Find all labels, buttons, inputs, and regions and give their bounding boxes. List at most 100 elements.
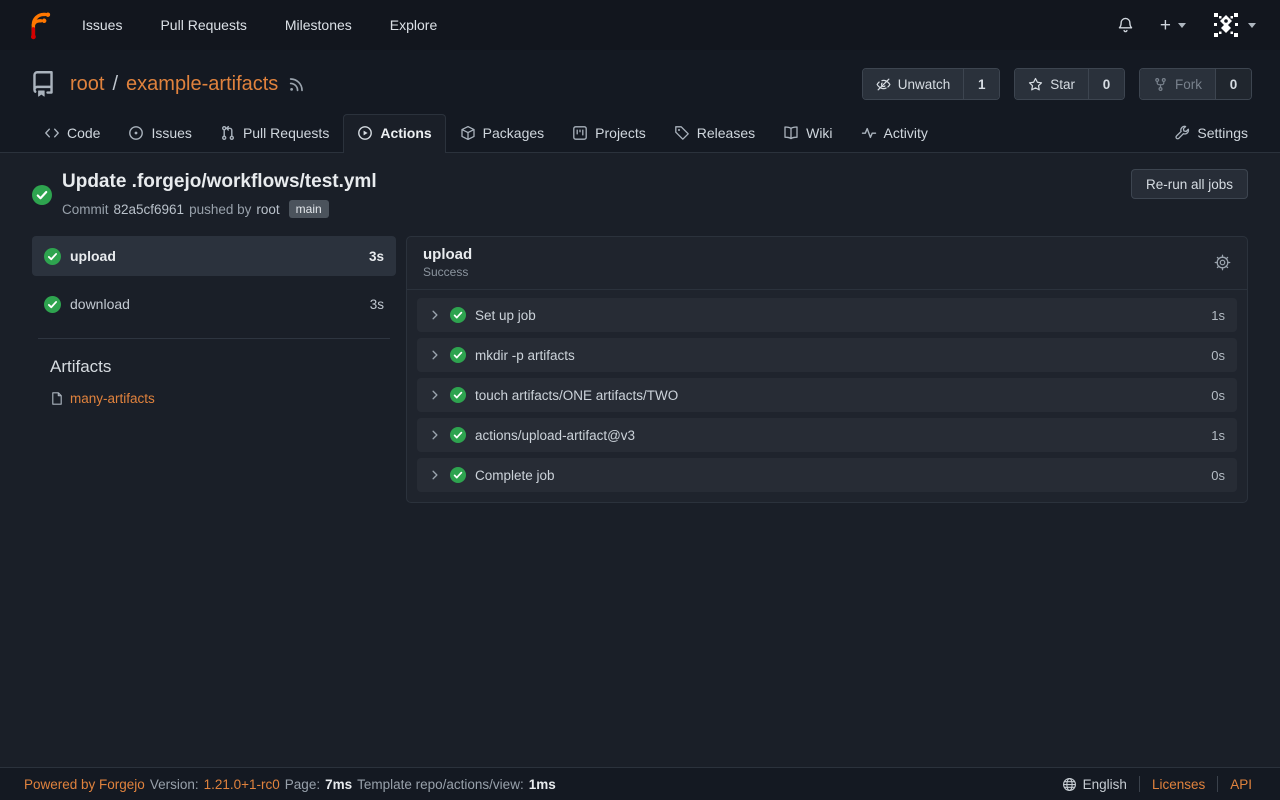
repo-header-section: root / example-artifacts [0,50,1280,153]
api-link[interactable]: API [1230,777,1252,792]
tab-wiki[interactable]: Wiki [769,114,846,152]
nav-link-milestones[interactable]: Milestones [285,17,352,33]
star-button[interactable]: Star [1015,69,1088,99]
commit-author-link[interactable]: root [256,202,279,217]
commit-label: Commit [62,202,109,217]
package-icon [460,125,476,141]
tab-pull-requests[interactable]: Pull Requests [206,114,343,152]
page-time-label: Page: [285,777,320,792]
tab-packages[interactable]: Packages [446,114,558,152]
commit-sha-link[interactable]: 82a5cf6961 [114,202,185,217]
tag-icon [674,125,690,141]
powered-by-link[interactable]: Powered by Forgejo [24,777,145,792]
repo-breadcrumb: root / example-artifacts [70,73,278,96]
success-check-icon [32,172,52,218]
plus-icon: + [1160,16,1171,35]
watchers-count[interactable]: 1 [963,69,999,99]
job-detail-header: upload Success [407,237,1247,290]
step-name: actions/upload-artifact@v3 [475,428,635,443]
tools-icon [1174,125,1190,141]
tab-issues[interactable]: Issues [114,114,205,152]
branch-badge[interactable]: main [289,200,329,218]
success-check-icon [450,347,466,363]
sidebar-divider [38,338,390,339]
job-name: download [70,296,130,312]
pulse-icon [861,125,877,141]
job-detail-panel: upload Success [406,236,1248,503]
job-item-download[interactable]: download 3s [32,284,396,324]
repo-name-link[interactable]: example-artifacts [126,73,278,96]
step-row-set-up-job[interactable]: Set up job 1s [417,298,1237,332]
step-name: mkdir -p artifacts [475,348,575,363]
star-button-group: Star 0 [1014,68,1125,100]
job-name: upload [70,248,116,264]
success-check-icon [44,248,61,265]
footer-divider [1217,776,1218,792]
breadcrumb-separator: / [112,73,118,96]
actions-run-view: Update .forgejo/workflows/test.yml Commi… [0,153,1280,767]
step-row-touch[interactable]: touch artifacts/ONE artifacts/TWO 0s [417,378,1237,412]
issue-circle-icon [128,125,144,141]
avatar [1212,11,1240,39]
tab-projects[interactable]: Projects [558,114,660,152]
create-new-dropdown[interactable]: + [1160,16,1186,35]
fork-icon [1153,77,1168,92]
eye-off-icon [876,77,891,92]
fork-label: Fork [1175,77,1202,92]
tab-code[interactable]: Code [30,114,114,152]
step-row-upload-artifact[interactable]: actions/upload-artifact@v3 1s [417,418,1237,452]
artifact-download-link[interactable]: many-artifacts [70,391,155,406]
licenses-link[interactable]: Licenses [1152,777,1205,792]
tab-label: Code [67,125,100,141]
step-row-complete-job[interactable]: Complete job 0s [417,458,1237,492]
play-circle-icon [357,125,373,141]
run-commit-line: Commit 82a5cf6961 pushed by root main [62,200,377,218]
artifacts-heading: Artifacts [50,357,396,377]
artifact-item[interactable]: many-artifacts [50,391,396,406]
tab-label: Issues [151,125,191,141]
language-selector[interactable]: English [1062,777,1127,792]
chevron-down-icon [1178,23,1186,28]
tab-releases[interactable]: Releases [660,114,769,152]
globe-icon [1062,777,1077,792]
step-name: touch artifacts/ONE artifacts/TWO [475,388,678,403]
rerun-all-jobs-button[interactable]: Re-run all jobs [1131,169,1248,199]
step-duration: 0s [1211,388,1225,403]
tab-activity[interactable]: Activity [847,114,942,152]
repo-tab-bar: Code Issues Pull Requests Actions [0,114,1280,152]
file-icon [50,391,64,406]
stars-count[interactable]: 0 [1088,69,1124,99]
nav-link-issues[interactable]: Issues [82,17,122,33]
gear-icon[interactable] [1214,254,1231,271]
pull-request-icon [220,125,236,141]
version-link[interactable]: 1.21.0+1-rc0 [204,777,280,792]
fork-button[interactable]: Fork [1140,69,1215,99]
page-time-value: 7ms [325,777,352,792]
footer-divider [1139,776,1140,792]
forks-count[interactable]: 0 [1215,69,1251,99]
step-row-mkdir[interactable]: mkdir -p artifacts 0s [417,338,1237,372]
success-check-icon [450,427,466,443]
unwatch-button[interactable]: Unwatch [863,69,964,99]
tab-actions[interactable]: Actions [343,114,445,153]
rss-icon[interactable] [288,76,305,93]
step-duration: 1s [1211,428,1225,443]
jobs-sidebar: upload 3s download 3s Artifacts many-art… [32,236,396,406]
repo-owner-link[interactable]: root [70,73,104,96]
job-item-upload[interactable]: upload 3s [32,236,396,276]
repository-icon [30,71,56,97]
forgejo-logo-icon[interactable] [24,10,54,40]
success-check-icon [44,296,61,313]
notifications-bell-icon[interactable] [1117,16,1134,34]
version-label: Version: [150,777,199,792]
code-icon [44,125,60,141]
user-menu-dropdown[interactable] [1212,11,1256,39]
chevron-right-icon [429,469,441,481]
tab-label: Pull Requests [243,125,329,141]
nav-link-explore[interactable]: Explore [390,17,437,33]
tab-label: Activity [884,125,928,141]
nav-link-pull-requests[interactable]: Pull Requests [160,17,246,33]
chevron-down-icon [1248,23,1256,28]
tab-settings[interactable]: Settings [1160,114,1262,152]
job-detail-name: upload [423,246,472,263]
